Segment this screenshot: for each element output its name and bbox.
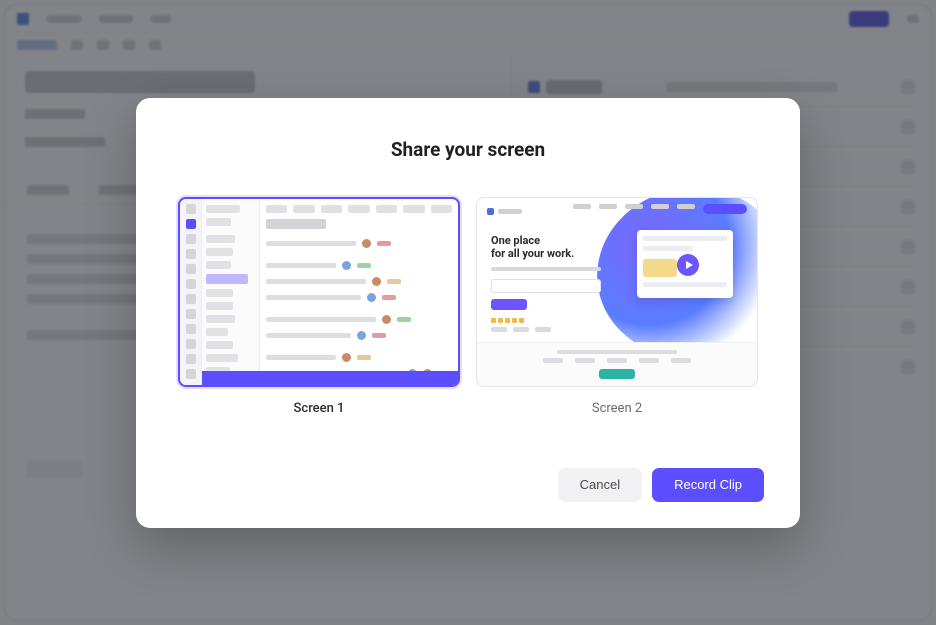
screen-1-label: Screen 1 <box>294 401 345 416</box>
modal-title: Share your screen <box>172 138 764 161</box>
play-icon <box>677 254 699 276</box>
screen-1-thumbnail <box>178 197 460 387</box>
modal-overlay: Share your screen <box>0 0 936 625</box>
screen-choices: Screen 1 <box>172 197 764 416</box>
screen-option-1[interactable]: Screen 1 <box>178 197 460 416</box>
record-clip-button[interactable]: Record Clip <box>652 468 764 502</box>
screen-2-thumbnail: One placefor all your work. <box>476 197 758 387</box>
share-screen-modal: Share your screen <box>136 98 800 528</box>
cancel-button[interactable]: Cancel <box>558 468 642 502</box>
screen-2-label: Screen 2 <box>592 401 642 416</box>
screen-option-2[interactable]: One placefor all your work. Screen 2 <box>476 197 758 416</box>
modal-actions: Cancel Record Clip <box>172 468 764 502</box>
